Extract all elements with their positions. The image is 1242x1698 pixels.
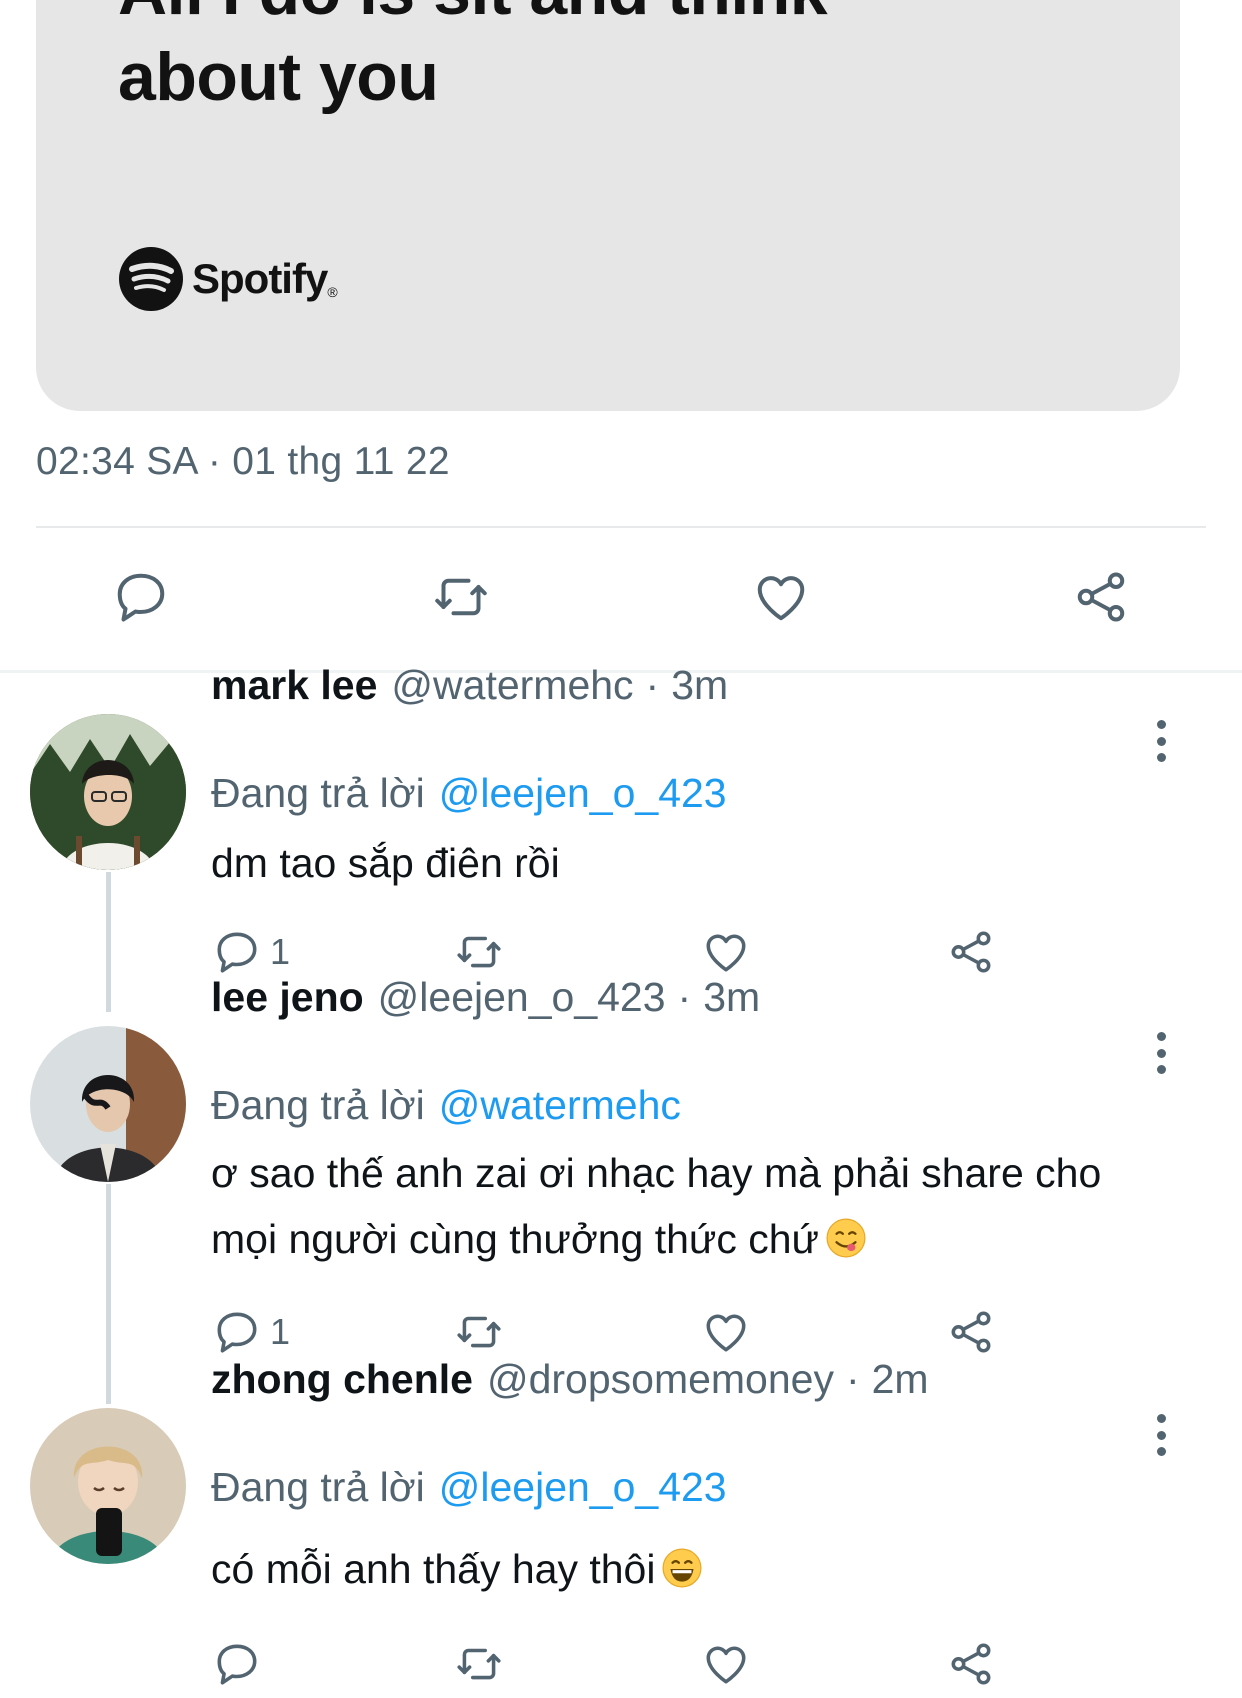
avatar-image (30, 1408, 186, 1564)
share-button[interactable] (946, 1304, 996, 1360)
lyric-line-2: about you (118, 39, 439, 115)
reply-header: lee jeno @leejen_o_423 · 3m (211, 974, 760, 1021)
reply-header: zhong chenle @dropsomemoney · 2m (211, 1356, 929, 1403)
share-icon (1077, 572, 1125, 622)
avatar-lee-jeno[interactable] (30, 1026, 186, 1182)
replying-to: Đang trả lời @watermehc (211, 1082, 681, 1129)
share-button[interactable] (946, 1636, 996, 1692)
share-button[interactable] (1068, 564, 1134, 630)
spotify-registered-mark: ® (327, 284, 338, 300)
divider (36, 526, 1206, 528)
replying-to-label: Đang trả lời (211, 1464, 425, 1510)
spotify-wordmark: Spotify (192, 255, 328, 302)
retweet-button[interactable] (428, 564, 494, 630)
retweet-icon (457, 1316, 501, 1348)
replying-to-label: Đang trả lời (211, 1082, 425, 1128)
mention-link[interactable]: @watermehc (439, 1082, 681, 1128)
reply-time[interactable]: 3m (671, 662, 728, 709)
display-name[interactable]: lee jeno (211, 974, 364, 1021)
reply-action-bar: 1 (0, 1304, 1242, 1360)
grinning-face-emoji (662, 1548, 702, 1588)
like-button[interactable] (701, 924, 751, 980)
heart-icon (706, 934, 746, 972)
display-name[interactable]: zhong chenle (211, 1356, 473, 1403)
avatar-zhong-chenle[interactable] (30, 1408, 186, 1564)
retweet-icon (457, 936, 501, 968)
like-button[interactable] (701, 1304, 751, 1360)
retweet-icon (457, 1648, 501, 1680)
reply-header: mark lee @watermehc · 3m (211, 662, 728, 709)
reply-text: dm tao sắp điên rồi (211, 840, 560, 886)
reply-icon (217, 932, 257, 973)
reply-time[interactable]: 3m (703, 974, 760, 1021)
reply-button[interactable] (108, 564, 174, 630)
user-handle[interactable]: @dropsomemoney (487, 1356, 834, 1403)
spotify-icon (119, 247, 183, 311)
replying-to: Đang trả lời @leejen_o_423 (211, 770, 727, 817)
reply-text: có mỗi anh thấy hay thôi (211, 1536, 1171, 1602)
avatar-image (30, 714, 186, 870)
retweet-icon (435, 578, 487, 616)
reply-button[interactable]: 1 (212, 1304, 290, 1360)
reply-button[interactable]: 1 (212, 924, 290, 980)
more-options-button[interactable] (1146, 1410, 1176, 1460)
retweet-button[interactable] (454, 924, 504, 980)
reply-text-line-with-emoji: mọi người cùng thưởng thức chứ (211, 1206, 1171, 1272)
display-name[interactable]: mark lee (211, 662, 377, 709)
reply-count: 1 (270, 1311, 291, 1352)
replying-to: Đang trả lời @leejen_o_423 (211, 1464, 727, 1511)
retweet-button[interactable] (454, 1304, 504, 1360)
reply-text-content: có mỗi anh thấy hay thôi (211, 1546, 656, 1592)
reply-action-bar (0, 1636, 1242, 1692)
user-handle[interactable]: @watermehc (391, 662, 633, 709)
separator-dot: · (645, 662, 660, 708)
reply-text: ơ sao thế anh zai ơi nhạc hay mà phải sh… (211, 1140, 1171, 1272)
share-icon (951, 931, 991, 973)
reply-count: 1 (270, 931, 291, 972)
avatar-image (30, 1026, 186, 1182)
like-button[interactable] (701, 1636, 751, 1692)
replying-to-label: Đang trả lời (211, 770, 425, 816)
mention-link[interactable]: @leejen_o_423 (439, 1464, 727, 1510)
reply-icon (217, 1312, 257, 1353)
reply-text-line: ơ sao thế anh zai ơi nhạc hay mà phải sh… (211, 1150, 1102, 1196)
reply-text-line: mọi người cùng thưởng thức chứ (211, 1216, 819, 1262)
reply-time[interactable]: 2m (872, 1356, 929, 1403)
avatar-mark-lee[interactable] (30, 714, 186, 870)
heart-icon (757, 576, 805, 621)
like-button[interactable] (748, 564, 814, 630)
reply-icon (217, 1644, 257, 1685)
spotify-lyric-card[interactable]: All I do is sit and think about you Spot… (36, 0, 1180, 411)
more-options-button[interactable] (1146, 716, 1176, 766)
separator-dot: · (845, 1356, 860, 1402)
more-options-button[interactable] (1146, 1028, 1176, 1078)
heart-icon (706, 1646, 746, 1684)
share-icon (951, 1311, 991, 1353)
share-icon (951, 1643, 991, 1685)
tweet-action-bar (0, 564, 1242, 634)
mention-link[interactable]: @leejen_o_423 (439, 770, 727, 816)
retweet-button[interactable] (454, 1636, 504, 1692)
tweet-timestamp[interactable]: 02:34 SA · 01 thg 11 22 (36, 440, 450, 484)
user-handle[interactable]: @leejen_o_423 (378, 974, 666, 1021)
lyric-line-1: All I do is sit and think (118, 0, 828, 30)
face-savoring-food-emoji (826, 1218, 866, 1258)
reply-button[interactable] (212, 1636, 270, 1692)
thread-connector-line (106, 1184, 111, 1404)
spotify-logo-group: Spotify ® (118, 246, 338, 312)
reply-icon (117, 573, 165, 622)
separator-dot: · (677, 974, 692, 1020)
reply-action-bar: 1 (0, 924, 1242, 980)
heart-icon (706, 1314, 746, 1352)
share-button[interactable] (946, 924, 996, 980)
